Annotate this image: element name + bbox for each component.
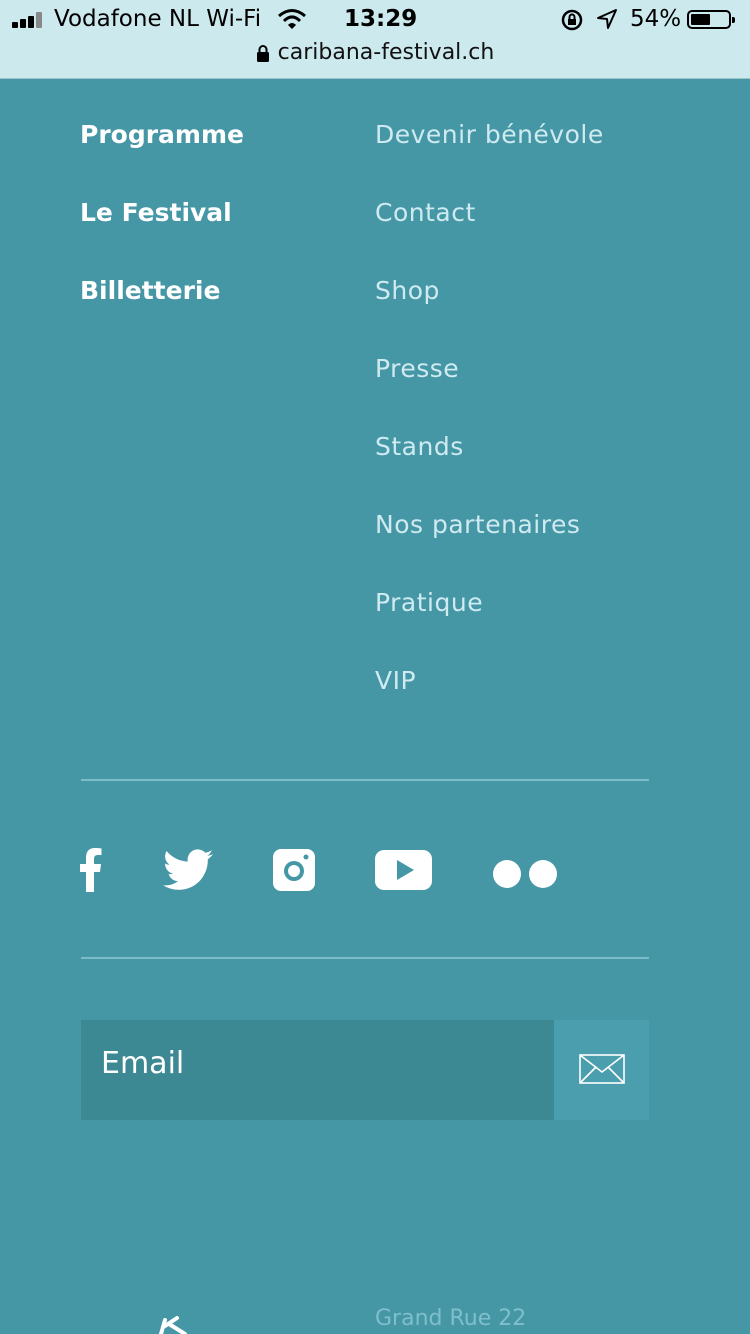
newsletter-form (81, 1020, 649, 1120)
battery-percentage: 54% (630, 6, 682, 32)
festival-logo (159, 1316, 187, 1334)
nav-link-pratique[interactable]: Pratique (375, 578, 604, 656)
nav-link-presse[interactable]: Presse (375, 344, 604, 422)
newsletter-submit-button[interactable] (554, 1020, 649, 1120)
lock-icon (256, 45, 269, 62)
clock: 13:29 (344, 6, 418, 32)
instagram-icon[interactable] (273, 848, 315, 892)
wifi-icon (278, 9, 306, 29)
address-line: Grand Rue 22 (375, 1306, 527, 1331)
signal-icon (12, 12, 46, 28)
youtube-icon[interactable] (375, 848, 433, 892)
divider (81, 957, 649, 959)
url-bar[interactable]: caribana-festival.ch (0, 40, 750, 65)
location-icon (597, 9, 617, 29)
nav-link-nos-partenaires[interactable]: Nos partenaires (375, 500, 604, 578)
status-bar: Vodafone NL Wi-Fi 13:29 54% (0, 0, 750, 40)
twitter-icon[interactable] (163, 848, 213, 892)
flickr-icon[interactable] (492, 848, 558, 892)
browser-top-bar: Vodafone NL Wi-Fi 13:29 54% caribana-fes… (0, 0, 750, 79)
nav-link-shop[interactable]: Shop (375, 266, 604, 344)
divider (81, 779, 649, 781)
nav-link-billetterie[interactable]: Billetterie (80, 266, 244, 344)
carrier-label: Vodafone NL Wi-Fi (54, 6, 262, 32)
nav-link-stands[interactable]: Stands (375, 422, 604, 500)
nav-link-le-festival[interactable]: Le Festival (80, 188, 244, 266)
nav-link-programme[interactable]: Programme (80, 110, 244, 188)
rotation-lock-icon (561, 9, 583, 31)
url-text: caribana-festival.ch (277, 40, 495, 65)
secondary-footer-nav: Devenir bénévole Contact Shop Presse Sta… (375, 110, 604, 734)
nav-link-devenir-benevole[interactable]: Devenir bénévole (375, 110, 604, 188)
primary-footer-nav: Programme Le Festival Billetterie (80, 110, 244, 344)
facebook-icon[interactable] (80, 848, 102, 892)
nav-link-vip[interactable]: VIP (375, 656, 604, 734)
email-input[interactable] (81, 1020, 554, 1120)
nav-link-contact[interactable]: Contact (375, 188, 604, 266)
battery-icon (687, 10, 735, 29)
envelope-icon (578, 1053, 625, 1084)
